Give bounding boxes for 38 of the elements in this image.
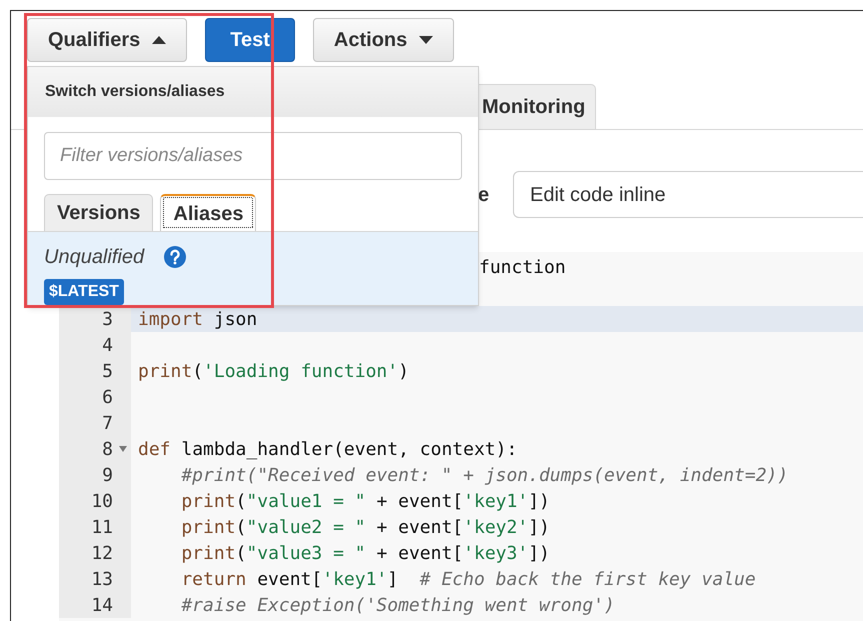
tab[interactable]: Aliases xyxy=(160,194,256,231)
line-number: 10 xyxy=(91,490,113,514)
code-line: print("value2 = " + event['key2']) xyxy=(180,516,550,540)
line-number: 9 xyxy=(102,464,113,488)
caret-up-icon xyxy=(152,36,166,44)
tab[interactable]: Versions xyxy=(44,194,154,231)
code-line: print("value3 = " + event['key3']) xyxy=(180,542,550,566)
code-line: function xyxy=(479,256,566,280)
line-number: 5 xyxy=(102,360,113,384)
code-line: import json xyxy=(138,308,258,332)
line-number: 8 xyxy=(102,438,113,462)
code-entry-select[interactable]: Edit code inline xyxy=(513,171,863,218)
code-line: print("value1 = " + event['key1']) xyxy=(180,490,550,514)
filter-field[interactable]: Filter versions/aliases xyxy=(44,132,462,180)
line-number: 4 xyxy=(102,334,113,358)
code-line: def lambda_handler(event, context): xyxy=(138,438,518,462)
line-number: 6 xyxy=(102,386,113,410)
code-line: #print("Received event: " + json.dumps(event, indent=2)) xyxy=(180,464,788,488)
code-line: return event['key1'] # Echo back the first key value xyxy=(180,568,756,592)
item-label: Unqualified xyxy=(44,245,144,270)
code-line: #raise Exception('Something went wrong') xyxy=(180,594,615,618)
version-list-item[interactable]: Unqualified $LATEST xyxy=(28,232,478,305)
code-line: print('Loading function') xyxy=(138,360,409,384)
dropdown-button[interactable]: Qualifiers xyxy=(27,18,188,62)
help-icon[interactable] xyxy=(164,246,186,268)
line-number: 3 xyxy=(102,308,113,332)
version-badge: $LATEST xyxy=(44,279,124,305)
dropdown-title: Switch versions/aliases xyxy=(45,82,225,102)
line-number: 11 xyxy=(91,516,113,540)
line-number: 7 xyxy=(102,412,113,436)
line-number: 12 xyxy=(91,542,113,566)
dropdown-button[interactable]: Actions xyxy=(312,18,454,62)
caret-down-icon xyxy=(419,36,434,44)
line-number: 14 xyxy=(91,594,113,618)
field-label: e xyxy=(478,182,490,208)
line-number: 13 xyxy=(91,568,113,592)
test-button[interactable]: Test xyxy=(205,18,295,62)
fold-arrow-icon[interactable] xyxy=(119,446,127,452)
